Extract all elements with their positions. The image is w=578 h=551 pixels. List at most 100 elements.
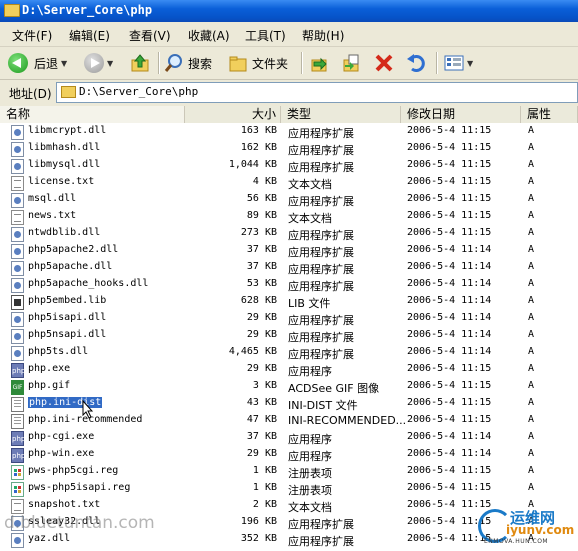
file-attributes: A: [528, 448, 535, 459]
file-size: 53 KB: [246, 278, 277, 289]
file-row[interactable]: pws-php5cgi.reg 1 KB 注册表项 2006-5-4 11:15 A: [0, 464, 578, 481]
file-type: 应用程序扩展: [288, 348, 354, 361]
file-type: 文本文档: [288, 178, 332, 191]
column-header-size[interactable]: 大小: [185, 106, 281, 123]
file-list[interactable]: libmcrypt.dll 163 KB 应用程序扩展 2006-5-4 11:15 A…: [0, 123, 578, 551]
address-bar: 地址(D) D:\Server_Core\php: [0, 80, 578, 104]
file-row[interactable]: php5embed.lib 628 KB LIB 文件 2006-5-4 11:14 A: [0, 294, 578, 311]
file-type: 应用程序扩展: [288, 263, 354, 276]
dll-icon: [11, 125, 24, 140]
search-button[interactable]: 搜索: [164, 50, 212, 76]
column-header-name[interactable]: 名称: [0, 106, 185, 123]
file-name: php5apache_hooks.dll: [28, 278, 149, 289]
file-row[interactable]: msql.dll 56 KB 应用程序扩展 2006-5-4 11:15 A: [0, 192, 578, 209]
menu-file[interactable]: 文件(F): [12, 27, 52, 44]
dll-icon: [11, 159, 24, 174]
reg-icon: [11, 465, 24, 480]
file-attributes: A: [528, 159, 535, 170]
file-row[interactable]: libmysql.dll 1,044 KB 应用程序扩展 2006-5-4 11:15…: [0, 158, 578, 175]
file-type: 应用程序: [288, 433, 332, 446]
file-attributes: A: [528, 125, 535, 136]
file-name: php5ts.dll: [28, 346, 89, 357]
file-name: php.gif: [28, 380, 71, 391]
file-date: 2006-5-4 11:14: [407, 329, 492, 340]
dll-icon: [11, 227, 24, 242]
file-attributes: A: [528, 346, 535, 357]
copy-to-button[interactable]: [341, 50, 361, 76]
file-type: 应用程序扩展: [288, 229, 354, 242]
column-header-attributes[interactable]: 属性: [521, 106, 578, 123]
file-row[interactable]: libmcrypt.dll 163 KB 应用程序扩展 2006-5-4 11:15 A: [0, 124, 578, 141]
file-row[interactable]: libmhash.dll 162 KB 应用程序扩展 2006-5-4 11:15 A: [0, 141, 578, 158]
views-button[interactable]: ▼: [444, 50, 473, 76]
menu-favorites[interactable]: 收藏(A): [188, 27, 230, 44]
title-bar: D:\Server_Core\php: [0, 0, 578, 22]
file-date: 2006-5-4 11:15: [407, 142, 492, 153]
file-size: 1 KB: [252, 482, 277, 493]
file-row[interactable]: php php-cgi.exe 37 KB 应用程序 2006-5-4 11:14 A: [0, 430, 578, 447]
file-name: php-win.exe: [28, 448, 95, 459]
address-input[interactable]: D:\Server_Core\php: [56, 82, 578, 103]
file-row[interactable]: php php-win.exe 29 KB 应用程序 2006-5-4 11:14 A: [0, 447, 578, 464]
file-row[interactable]: ntwdblib.dll 273 KB 应用程序扩展 2006-5-4 11:15 A: [0, 226, 578, 243]
move-to-button[interactable]: [309, 50, 329, 76]
up-button[interactable]: [130, 50, 150, 76]
undo-button[interactable]: [406, 50, 426, 76]
file-row[interactable]: php5nsapi.dll 29 KB 应用程序扩展 2006-5-4 11:14 A: [0, 328, 578, 345]
file-row[interactable]: GIF php.gif 3 KB ACDSee GIF 图像 2006-5-4 11:1…: [0, 379, 578, 396]
menu-tools[interactable]: 工具(T): [245, 27, 286, 44]
back-label: 后退: [34, 56, 59, 71]
file-row[interactable]: pws-php5isapi.reg 1 KB 注册表项 2006-5-4 11:15 A: [0, 481, 578, 498]
file-name: php5apache2.dll: [28, 244, 119, 255]
forward-button[interactable]: ▼: [84, 50, 113, 76]
undo-icon: [406, 53, 426, 73]
file-date: 2006-5-4 11:15: [407, 380, 492, 391]
file-name: news.txt: [28, 210, 77, 221]
logo-url: iyunv.com: [506, 523, 575, 537]
column-header-date[interactable]: 修改日期: [401, 106, 521, 123]
folders-icon: [228, 53, 248, 73]
file-type: 文本文档: [288, 501, 332, 514]
mouse-cursor-icon: [82, 400, 94, 419]
file-name: php5isapi.dll: [28, 312, 107, 323]
file-date: 2006-5-4 11:15: [407, 482, 492, 493]
file-attributes: A: [528, 397, 535, 408]
file-date: 2006-5-4 11:15: [407, 465, 492, 476]
file-row[interactable]: license.txt 4 KB 文本文档 2006-5-4 11:15 A: [0, 175, 578, 192]
file-size: 1 KB: [252, 465, 277, 476]
file-row[interactable]: php5ts.dll 4,465 KB 应用程序扩展 2006-5-4 11:14 A: [0, 345, 578, 362]
menu-help[interactable]: 帮助(H): [302, 27, 344, 44]
delete-button[interactable]: [374, 50, 394, 76]
window-title: D:\Server_Core\php: [22, 3, 153, 17]
file-size: 4,465 KB: [228, 346, 277, 357]
file-attributes: A: [528, 227, 535, 238]
file-row[interactable]: news.txt 89 KB 文本文档 2006-5-4 11:15 A: [0, 209, 578, 226]
file-attributes: A: [528, 465, 535, 476]
file-size: 163 KB: [240, 125, 277, 136]
dll-icon: [11, 261, 24, 276]
file-size: 273 KB: [240, 227, 277, 238]
file-row[interactable]: php5apache2.dll 37 KB 应用程序扩展 2006-5-4 11:14…: [0, 243, 578, 260]
back-button[interactable]: 后退 ▼: [8, 50, 67, 76]
file-size: 89 KB: [246, 210, 277, 221]
file-name: php5embed.lib: [28, 295, 107, 306]
file-size: 2 KB: [252, 499, 277, 510]
folders-button[interactable]: 文件夹: [228, 50, 288, 76]
file-row[interactable]: php5apache.dll 37 KB 应用程序扩展 2006-5-4 11:14 A: [0, 260, 578, 277]
file-type: 应用程序: [288, 365, 332, 378]
file-row[interactable]: php5apache_hooks.dll 53 KB 应用程序扩展 2006-5-4 …: [0, 277, 578, 294]
chevron-down-icon: ▼: [467, 58, 474, 68]
file-type: 应用程序扩展: [288, 535, 354, 548]
column-header-type[interactable]: 类型: [281, 106, 401, 123]
file-date: 2006-5-4 11:15: [407, 176, 492, 187]
file-attributes: A: [528, 278, 535, 289]
menu-edit[interactable]: 编辑(E): [69, 27, 110, 44]
menu-view[interactable]: 查看(V): [129, 27, 171, 44]
file-attributes: A: [528, 261, 535, 272]
file-date: 2006-5-4 11:14: [407, 312, 492, 323]
file-date: 2006-5-4 11:14: [407, 244, 492, 255]
file-row[interactable]: php5isapi.dll 29 KB 应用程序扩展 2006-5-4 11:14 A: [0, 311, 578, 328]
file-type: 注册表项: [288, 467, 332, 480]
file-row[interactable]: php php.exe 29 KB 应用程序 2006-5-4 11:15 A: [0, 362, 578, 379]
dll-icon: [11, 346, 24, 361]
